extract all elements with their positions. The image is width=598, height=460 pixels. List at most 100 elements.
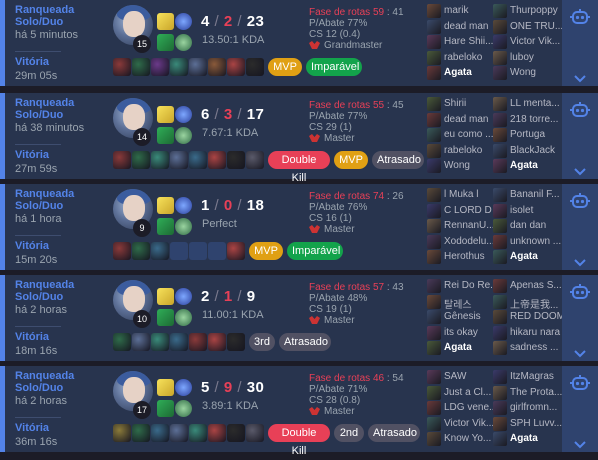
team-player[interactable]: Hare Shii... [427,35,497,50]
team-player[interactable]: ONE TRU... [493,19,563,35]
team-player[interactable]: unknown ... [493,234,563,250]
team-player[interactable]: LL menta... [493,97,563,112]
ignite-spell-icon[interactable] [157,218,174,235]
team-player[interactable]: 上帝是我... [493,294,563,311]
chevron-down-icon[interactable] [574,163,586,176]
item-icon[interactable] [227,151,245,169]
flash-spell-icon[interactable] [157,106,174,123]
team-player[interactable]: Know Yo... [427,432,497,447]
team-player[interactable]: Ágata [493,159,563,174]
ignite-spell-icon[interactable] [157,309,174,326]
team-player[interactable]: Rei Do Re... [427,279,497,294]
item-icon[interactable] [151,424,169,442]
flash-spell-icon[interactable] [157,13,174,30]
keystone-rune-icon[interactable] [175,379,192,396]
team-player[interactable]: Xododelu... [427,234,497,250]
team-player[interactable]: 218 torre... [493,112,563,128]
expand-panel[interactable] [562,93,598,179]
chevron-down-icon[interactable] [574,345,586,358]
match-card[interactable]: Ranqueada Solo/Duo há 5 minutos Vitória 29m… [0,0,598,86]
item-icon[interactable] [132,424,150,442]
team-player[interactable]: RED DOOM [493,310,563,325]
team-player[interactable]: dan dan [493,219,563,234]
keystone-rune-icon[interactable] [175,197,192,214]
team-player[interactable]: girlfromn... [493,401,563,416]
ai-analysis-icon[interactable] [570,101,590,119]
item-icon[interactable] [151,151,169,169]
team-player[interactable]: Portuga [493,128,563,143]
match-card[interactable]: Ranqueada Solo/Duo há 1 hora Vitória 15m 20… [0,184,598,270]
ai-analysis-icon[interactable] [570,8,590,26]
item-icon[interactable] [113,424,131,442]
match-card[interactable]: Ranqueada Solo/Duo há 2 horas Vitória 18m 1… [0,275,598,361]
item-icon[interactable] [170,424,188,442]
item-icon[interactable] [227,242,245,260]
match-card[interactable]: Ranqueada Solo/Duo há 38 minutos Vitória 27… [0,93,598,184]
team-player[interactable]: rabeloko [427,143,497,159]
expand-panel[interactable] [562,275,598,361]
item-icon[interactable] [113,58,131,76]
item-icon[interactable] [113,242,131,260]
flash-spell-icon[interactable] [157,379,174,396]
team-player[interactable]: luboy [493,50,563,66]
secondary-rune-icon[interactable] [175,127,192,144]
team-player[interactable]: Wong [427,159,497,174]
team-player[interactable]: Ágata [493,250,563,265]
team-player[interactable]: Ágata [427,341,497,356]
item-icon[interactable] [113,333,131,351]
ai-analysis-icon[interactable] [570,192,590,210]
chevron-down-icon[interactable] [574,436,586,449]
team-player[interactable]: sadness ... [493,341,563,356]
team-player[interactable]: Just a Cl... [427,385,497,401]
team-player[interactable]: 탈레스 [427,294,497,311]
team-player[interactable]: l Muka l [427,188,497,203]
team-player[interactable]: Wong [493,66,563,81]
team-player[interactable]: rabeloko [427,50,497,66]
team-player[interactable]: Ágata [427,66,497,81]
secondary-rune-icon[interactable] [175,218,192,235]
team-player[interactable]: The Prota... [493,385,563,401]
team-player[interactable]: marik [427,4,497,19]
item-icon[interactable] [132,58,150,76]
item-icon[interactable] [170,333,188,351]
item-icon[interactable] [151,242,169,260]
team-player[interactable]: Apenas S... [493,279,563,294]
expand-panel[interactable] [562,0,598,86]
item-icon[interactable] [227,333,245,351]
item-icon[interactable] [208,151,226,169]
team-player[interactable]: LDG vene... [427,401,497,416]
ai-analysis-icon[interactable] [570,374,590,392]
team-player[interactable]: Bananil F... [493,188,563,203]
expand-panel[interactable] [562,184,598,270]
item-icon[interactable] [170,151,188,169]
secondary-rune-icon[interactable] [175,309,192,326]
item-icon[interactable] [208,333,226,351]
team-player[interactable]: SPH Luvv... [493,416,563,432]
keystone-rune-icon[interactable] [175,106,192,123]
item-icon[interactable] [151,58,169,76]
team-player[interactable]: Ágata [493,432,563,447]
expand-panel[interactable] [562,366,598,452]
team-player[interactable]: hikaru nara [493,325,563,341]
team-player[interactable]: isolet [493,203,563,219]
empty-item-slot[interactable] [170,242,188,260]
ignite-spell-icon[interactable] [157,400,174,417]
item-icon[interactable] [246,58,264,76]
ai-analysis-icon[interactable] [570,283,590,301]
item-icon[interactable] [132,242,150,260]
item-icon[interactable] [246,151,264,169]
team-player[interactable]: Thurpoppy [493,4,563,19]
item-icon[interactable] [151,333,169,351]
empty-item-slot[interactable] [189,242,207,260]
chevron-down-icon[interactable] [574,254,586,267]
flash-spell-icon[interactable] [157,288,174,305]
team-player[interactable]: its okay [427,325,497,341]
match-card[interactable]: Ranqueada Solo/Duo há 2 horas Vitória 36m 1… [0,366,598,457]
item-icon[interactable] [189,424,207,442]
item-icon[interactable] [189,151,207,169]
team-player[interactable]: dead man [427,112,497,128]
team-player[interactable]: dead man [427,19,497,35]
team-player[interactable]: ItzMagras [493,370,563,385]
item-icon[interactable] [189,333,207,351]
ignite-spell-icon[interactable] [157,34,174,51]
